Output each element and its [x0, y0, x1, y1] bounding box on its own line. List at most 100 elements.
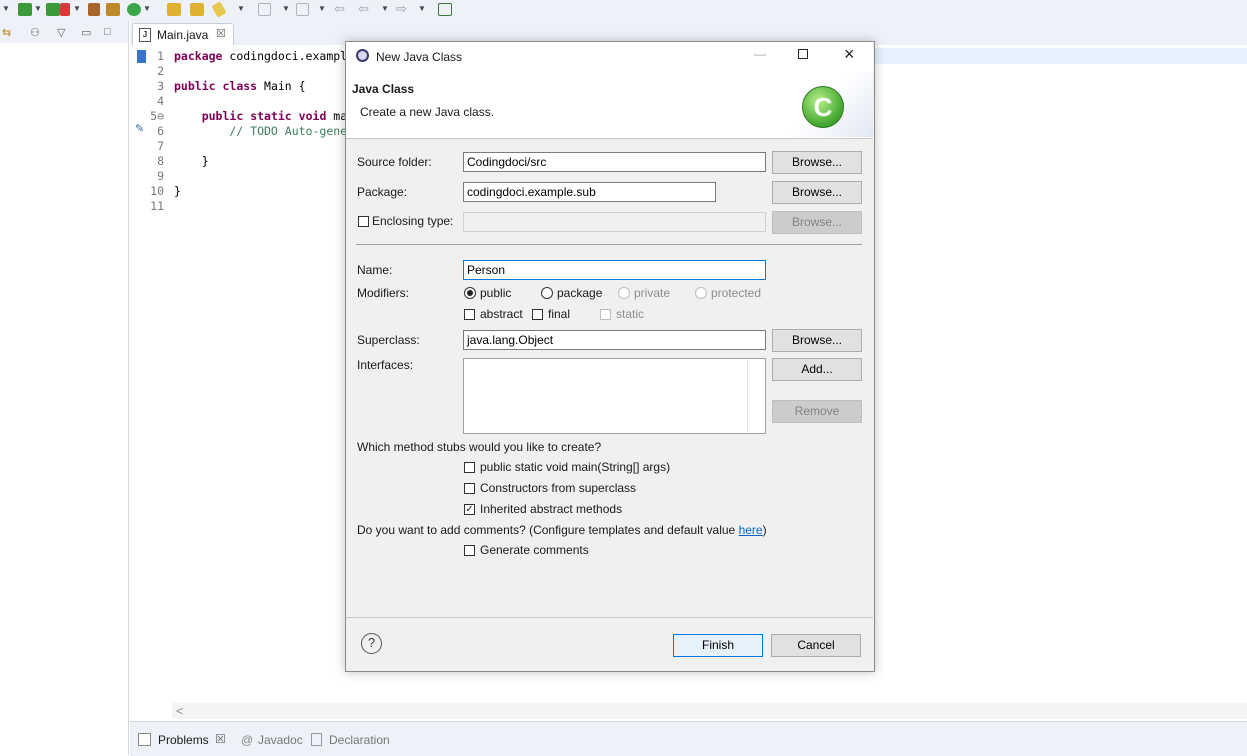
code-keyword: void	[298, 109, 327, 123]
tab-javadoc[interactable]: Javadoc	[258, 733, 303, 747]
package-browse-button[interactable]: Browse...	[772, 181, 862, 204]
code-line[interactable]: 10}	[148, 184, 181, 199]
open-folder-icon[interactable]	[190, 3, 204, 16]
source-folder-browse-button[interactable]: Browse...	[772, 151, 862, 174]
scroll-left-icon[interactable]: <	[176, 704, 183, 718]
constructors-stub-checkbox[interactable]	[464, 483, 475, 494]
new-class-icon[interactable]	[127, 3, 141, 16]
code-text: Main {	[257, 79, 306, 93]
open-type-icon[interactable]	[167, 3, 181, 16]
generate-comments-checkbox[interactable]	[464, 545, 475, 556]
code-line[interactable]: 4	[148, 94, 174, 109]
finish-button[interactable]: Finish	[673, 634, 763, 657]
dropdown-arrow-icon[interactable]: ▼	[143, 4, 151, 13]
package-label: Package:	[357, 185, 408, 199]
close-icon[interactable]: ×	[844, 44, 855, 65]
interfaces-scrollbar[interactable]	[747, 359, 765, 433]
dialog-header: Java Class Create a new Java class. C	[346, 72, 873, 139]
forward-icon[interactable]: ⇨	[396, 1, 410, 16]
public-radio[interactable]	[464, 287, 476, 299]
abstract-checkbox[interactable]	[464, 309, 475, 320]
protected-radio	[695, 287, 707, 299]
superclass-browse-button[interactable]: Browse...	[772, 329, 862, 352]
tab-label: Main.java	[157, 28, 209, 42]
constructors-stub-label: Constructors from superclass	[480, 481, 637, 495]
help-icon[interactable]: ?	[361, 633, 382, 654]
package-radio[interactable]	[541, 287, 553, 299]
code-line[interactable]: 5⊖ public static void ma	[148, 109, 347, 124]
previous-annotation-icon[interactable]	[296, 3, 309, 16]
new-package-icon[interactable]	[106, 3, 120, 16]
code-line[interactable]: 11	[148, 199, 174, 214]
dropdown-arrow-icon[interactable]: ▼	[418, 4, 426, 13]
close-icon[interactable]: ☒	[215, 732, 226, 746]
add-interface-button[interactable]: Add...	[772, 358, 862, 381]
link-editor-icon[interactable]: ⇆	[2, 26, 11, 39]
name-field[interactable]: Person	[463, 260, 766, 280]
interfaces-label: Interfaces:	[357, 358, 414, 372]
enclosing-type-label: Enclosing type:	[372, 214, 454, 228]
package-icon[interactable]	[88, 3, 100, 16]
tab-declaration[interactable]: Declaration	[329, 733, 390, 747]
package-field[interactable]: codingdoci.example.sub	[463, 182, 716, 202]
source-folder-field[interactable]: Codingdoci/src	[463, 152, 766, 172]
minimize-icon[interactable]: ▭	[81, 26, 91, 39]
source-folder-label: Source folder:	[357, 155, 432, 169]
code-line[interactable]: 6 // TODO Auto-gene	[148, 124, 347, 139]
superclass-field[interactable]: java.lang.Object	[463, 330, 766, 350]
code-line[interactable]: 9	[148, 169, 174, 184]
line-number: 4	[157, 94, 164, 108]
tab-main-java[interactable]: J Main.java ☒	[132, 23, 234, 46]
minimize-icon[interactable]: —	[754, 47, 766, 61]
dialog-title-bar[interactable]: New Java Class — ×	[346, 42, 873, 72]
enclosing-type-field	[463, 212, 766, 232]
dropdown-arrow-icon[interactable]: ▼	[2, 4, 10, 13]
configure-templates-link[interactable]: here	[739, 523, 763, 537]
interfaces-list[interactable]	[463, 358, 766, 434]
static-checkbox	[600, 309, 611, 320]
view-menu-icon[interactable]: ▽	[57, 26, 65, 39]
at-icon: @	[241, 733, 254, 747]
inherited-stub-label: Inherited abstract methods	[480, 502, 623, 516]
line-number: 2	[157, 64, 164, 78]
code-line[interactable]: 2	[148, 64, 174, 79]
back-icon[interactable]: ⇦	[334, 1, 348, 16]
maximize-icon[interactable]	[798, 49, 808, 59]
debug-icon[interactable]	[46, 3, 60, 16]
main-stub-checkbox[interactable]	[464, 462, 475, 473]
line-number: 10	[150, 184, 164, 198]
code-keyword: static	[250, 109, 292, 123]
line-number: 1	[157, 49, 164, 63]
dialog-title: New Java Class	[376, 50, 463, 64]
new-server-icon[interactable]	[18, 3, 32, 16]
maximize-icon[interactable]: □	[104, 26, 111, 38]
code-text: }	[174, 184, 181, 198]
dropdown-arrow-icon[interactable]: ▼	[34, 4, 42, 13]
run-icon[interactable]	[60, 3, 70, 16]
inherited-stub-checkbox[interactable]: ✓	[464, 504, 475, 515]
close-icon[interactable]: ☒	[216, 27, 226, 40]
tab-problems[interactable]: Problems	[158, 733, 209, 747]
code-line[interactable]: 7	[148, 139, 174, 154]
focus-icon[interactable]: ⚇	[30, 26, 40, 39]
task-icon[interactable]: ✎	[135, 122, 144, 135]
dropdown-arrow-icon[interactable]: ▼	[73, 4, 81, 13]
annotation-icon[interactable]	[258, 3, 271, 16]
pen-icon[interactable]	[211, 1, 227, 18]
code-line[interactable]: 8 }	[148, 154, 209, 169]
dropdown-arrow-icon[interactable]: ▼	[237, 4, 245, 13]
code-keyword: class	[222, 79, 258, 93]
dropdown-arrow-icon[interactable]: ▼	[381, 4, 389, 13]
pin-editor-icon[interactable]	[438, 3, 452, 16]
cancel-button[interactable]: Cancel	[771, 634, 861, 657]
back-history-icon[interactable]: ⇦	[358, 1, 372, 16]
code-line[interactable]: 3 public class Main {	[148, 79, 306, 94]
dropdown-arrow-icon[interactable]: ▼	[318, 4, 326, 13]
enclosing-type-checkbox[interactable]	[358, 216, 369, 227]
dropdown-arrow-icon[interactable]: ▼	[282, 4, 290, 13]
final-checkbox[interactable]	[532, 309, 543, 320]
code-line[interactable]: 1 package codingdoci.exampl	[148, 49, 347, 64]
horizontal-scrollbar[interactable]: <	[172, 703, 1247, 719]
